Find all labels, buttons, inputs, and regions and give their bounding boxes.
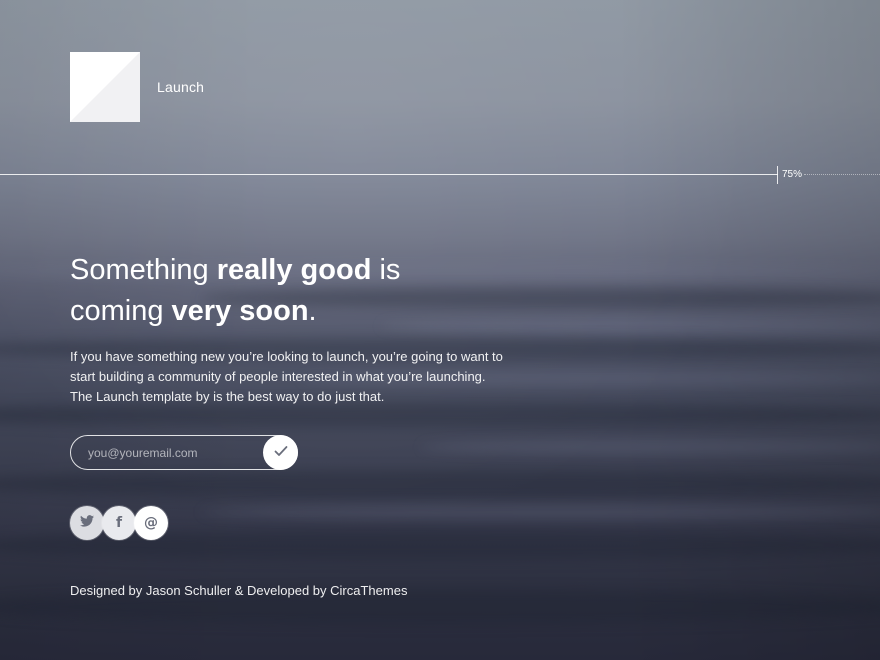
footer-credits: Designed by Jason Schuller & Developed b… <box>70 583 408 598</box>
logo-icon[interactable] <box>70 52 140 122</box>
headline-text: is <box>371 254 401 286</box>
twitter-button[interactable] <box>70 506 104 540</box>
submit-button[interactable] <box>263 435 298 470</box>
description-text: If you have something new you’re looking… <box>70 349 503 404</box>
headline-text: . <box>308 295 317 327</box>
social-links: f @ <box>70 506 170 540</box>
progress-fill <box>0 174 778 175</box>
headline-emphasis: really good <box>216 254 372 286</box>
headline-text: coming <box>70 295 172 327</box>
signup-form <box>70 435 298 470</box>
checkmark-icon <box>274 445 288 460</box>
progress-label: 75% <box>782 169 803 180</box>
progress-remaining <box>804 174 880 175</box>
brand-name[interactable]: Launch <box>157 79 204 95</box>
email-field[interactable] <box>88 436 258 469</box>
facebook-button[interactable]: f <box>102 506 136 540</box>
at-sign-icon: @ <box>144 515 158 531</box>
progress-marker <box>777 166 778 184</box>
headline-text: Something <box>70 254 217 286</box>
page-headline: Something really good is coming very soon… <box>70 250 530 332</box>
facebook-icon: f <box>115 515 123 531</box>
headline-emphasis: very soon <box>171 295 309 327</box>
email-button[interactable]: @ <box>134 506 168 540</box>
twitter-icon <box>80 514 94 532</box>
